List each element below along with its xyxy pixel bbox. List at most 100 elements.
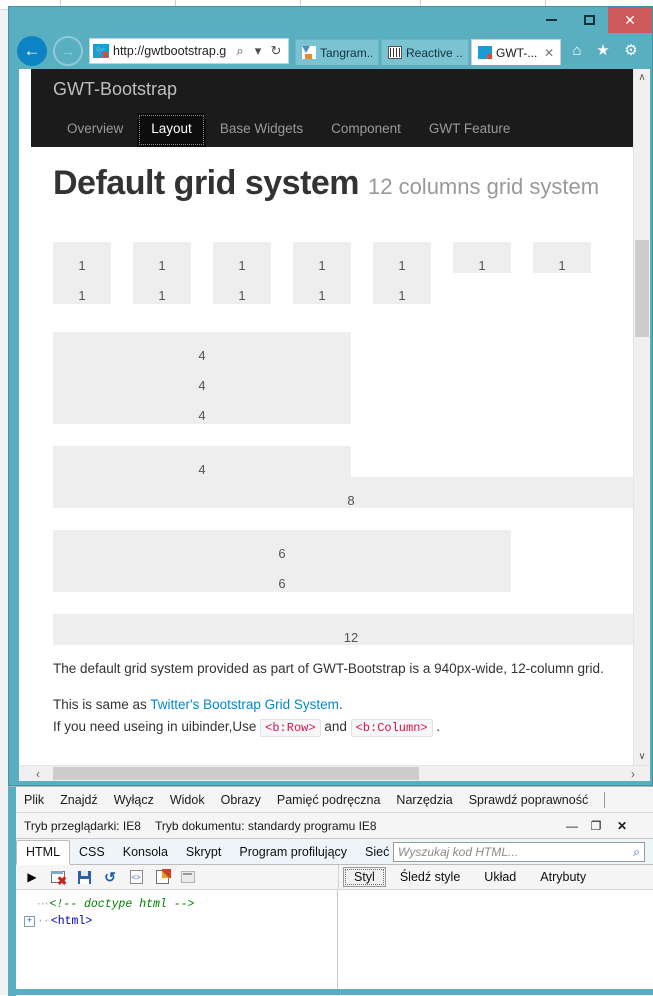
tab-label: Tangram... [320,45,372,60]
address-input[interactable]: http://gwtbootstrap.g [113,39,231,63]
style-tab-uklad[interactable]: Układ [474,868,526,886]
style-tab-sledz-style[interactable]: Śledź style [390,868,470,886]
browser-tab-reactive[interactable]: Reactive ... [381,39,469,65]
paragraph-suffix: . [338,697,343,712]
grid-cell-span1: 11 [293,242,351,304]
site-brand[interactable]: GWT-Bootstrap [53,79,177,100]
browser-tab-tangram[interactable]: Tangram... [295,39,379,65]
refresh-icon[interactable]: ↻ [267,43,285,59]
home-icon[interactable]: ⌂ [566,42,588,60]
devtools-tab-profiler[interactable]: Program profilujący [230,841,356,864]
menu-item-obrazy[interactable]: Obrazy [213,793,269,807]
gear-icon[interactable]: ⚙ [620,42,642,60]
grid-cell-span1: 11 [213,242,271,304]
page-title-main: Default grid system [53,164,360,202]
grid-cell-span8: 8 [53,477,633,508]
paragraph-default-grid: The default grid system provided as part… [53,661,604,676]
horizontal-scrollbar-thumb[interactable] [53,767,419,780]
maximize-button[interactable] [570,7,608,33]
site-nav-item-gwt-feature[interactable]: GWT Feature [415,113,525,147]
grid-cell-label: 1 [238,288,246,303]
gwt-icon [478,46,492,59]
dom-tree-node-html[interactable]: + ·· <html> [24,913,337,930]
devtools-tab-html[interactable]: HTML [16,840,71,865]
bootstrap-grid-link[interactable]: Twitter's Bootstrap Grid System [150,697,339,712]
tangram-icon [302,46,316,59]
devtools-minimize-button[interactable]: — [563,817,581,835]
select-element-icon[interactable]: ▶ [22,868,42,886]
scroll-up-icon[interactable]: ∧ [634,69,650,86]
forward-button[interactable]: → [53,36,83,66]
tree-guide-dots: ·· [37,915,50,928]
chevron-down-icon[interactable]: ▾ [249,43,267,59]
view-source-icon[interactable]: <> [126,868,146,886]
forward-arrow-icon: → [60,42,76,60]
grid-row-ones: 11 11 11 11 11 1 1 [53,242,633,314]
devtools-tab-konsola[interactable]: Konsola [114,841,177,864]
devtools-restore-button[interactable]: ❐ [587,817,605,835]
menu-item-znajdz[interactable]: Znajdź [52,793,106,807]
vertical-scrollbar-thumb[interactable] [635,240,649,337]
menu-item-wylacz[interactable]: Wyłącz [106,793,162,807]
dom-tree-node-doctype[interactable]: ⋯ <!-- doctype html --> [24,896,337,913]
menu-item-sprawdz-poprawnosc[interactable]: Sprawdź poprawność [461,793,597,807]
grid-cell-label: 4 [198,378,206,393]
scroll-left-icon[interactable]: ‹ [29,766,47,781]
navigation-bar: ← → 🐦 http://gwtbootstrap.g ⌕ ▾ ↻ Tangra… [9,33,652,69]
site-nav-item-overview[interactable]: Overview [53,113,137,147]
menu-item-pamiec-podreczna[interactable]: Pamięć podręczna [269,793,389,807]
document-mode-label[interactable]: Tryb dokumentu: standardy programu IE8 [141,819,377,833]
grid-cell-label: 1 [78,288,86,303]
address-bar[interactable]: 🐦 http://gwtbootstrap.g ⌕ ▾ ↻ [89,38,289,64]
save-icon[interactable] [74,868,94,886]
close-icon: ✕ [624,11,636,28]
close-button[interactable]: ✕ [608,7,652,33]
refresh-icon[interactable]: ↺ [100,868,120,886]
scroll-right-icon[interactable]: › [624,766,642,781]
site-nav-item-component[interactable]: Component [317,113,415,147]
style-tab-styl[interactable]: Styl [343,867,386,887]
grid-cell-label: 1 [398,288,406,303]
grid-cell-label: 1 [558,258,566,273]
menu-item-plik[interactable]: Plik [16,793,52,807]
menu-item-widok[interactable]: Widok [162,793,213,807]
reactive-icon [388,46,402,59]
menu-item-narzedzia[interactable]: Narzędzia [388,793,460,807]
dom-tree-view[interactable]: ⋯ <!-- doctype html --> + ·· <html> [16,890,338,996]
site-nav-item-layout[interactable]: Layout [137,113,206,147]
grid-cell-span1: 11 [373,242,431,304]
minimize-icon [545,19,557,21]
search-icon[interactable]: ⌕ [633,845,640,860]
devtools-close-button[interactable]: ✕ [613,817,631,835]
browser-mode-label[interactable]: Tryb przeglądarki: IE8 [16,819,141,833]
style-pane[interactable] [338,890,653,996]
edit-icon[interactable] [152,868,172,886]
clear-browser-cache-icon[interactable]: ✖ [48,868,68,887]
scroll-down-icon[interactable]: ∨ [634,748,650,765]
address-search-icon[interactable]: ⌕ [231,43,249,59]
style-tab-atrybuty[interactable]: Atrybuty [530,868,596,886]
grid-cell-label: 4 [198,408,206,423]
minimize-button[interactable] [532,7,570,33]
page-vertical-scrollbar[interactable]: ∧ ∨ [633,69,650,765]
grid-cell-span1: 11 [53,242,111,304]
site-navbar: GWT-Bootstrap Overview Layout Base Widge… [31,69,633,147]
grid-cell-span4: 4 4 4 [53,332,351,424]
search-input[interactable]: Wyszukaj kod HTML... [398,843,633,861]
favorites-star-icon[interactable]: ★ [592,42,614,60]
outline-icon [178,868,198,886]
grid-cell-label: 1 [78,258,86,273]
devtools-search-box[interactable]: Wyszukaj kod HTML... ⌕ [393,842,645,862]
back-arrow-icon: ← [23,41,41,60]
back-button[interactable]: ← [17,36,47,66]
devtools-tab-css[interactable]: CSS [70,841,114,864]
page-viewport: GWT-Bootstrap Overview Layout Base Widge… [19,69,650,781]
browser-tab-gwt[interactable]: GWT-... ✕ [471,39,561,65]
paragraph-uibinder-prefix: If you need useing in uibinder,Use [53,719,261,734]
page-horizontal-scrollbar[interactable]: ‹ › [19,765,650,781]
expand-node-icon[interactable]: + [24,916,35,927]
title-bar[interactable]: ✕ [9,7,652,33]
site-nav-item-base-widgets[interactable]: Base Widgets [206,113,317,147]
tab-close-icon[interactable]: ✕ [544,46,554,60]
devtools-tab-skrypt[interactable]: Skrypt [177,841,230,864]
